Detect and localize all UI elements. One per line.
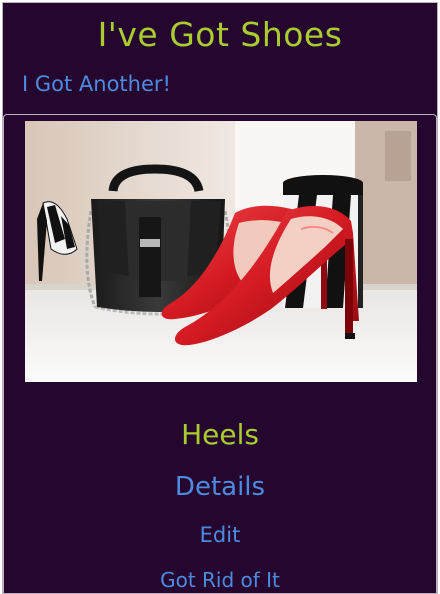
details-link[interactable]: Details [4, 469, 436, 505]
remove-shoe-link[interactable]: Got Rid of It [4, 565, 436, 593]
add-shoe-link[interactable]: I Got Another! [22, 69, 171, 99]
shoe-name: Heels [181, 418, 259, 451]
shoe-card: Heels Details Edit Got Rid of It [3, 114, 437, 593]
edit-link[interactable]: Edit [4, 520, 436, 550]
shoe-photo [25, 121, 417, 382]
app-window: I've Got Shoes I Got Another! Heels Deta… [2, 2, 438, 594]
page-title: I've Got Shoes [97, 15, 343, 54]
